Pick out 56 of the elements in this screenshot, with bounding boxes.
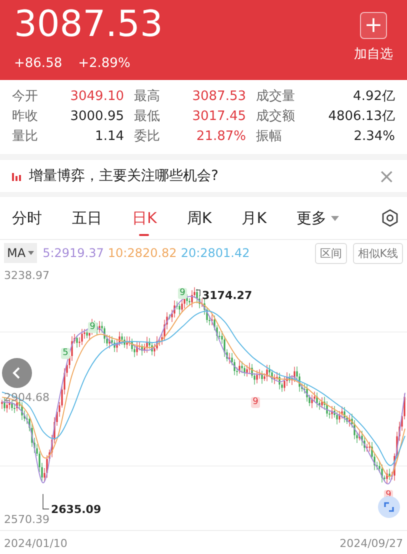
signal-badge: 9: [251, 397, 260, 408]
moving-average-value: 5:2919.37: [42, 246, 104, 260]
chart-tool-button[interactable]: 区间: [314, 242, 347, 264]
index-price: 3087.53: [14, 3, 163, 47]
period-tab[interactable]: 周K: [186, 197, 212, 239]
indicator-dropdown[interactable]: MA: [4, 243, 37, 263]
stat-value: 3049.10: [69, 88, 125, 106]
period-tab[interactable]: 更多: [296, 197, 339, 239]
stat-label: 振幅: [255, 128, 283, 146]
moving-average-value: 20:2801.42: [180, 246, 250, 260]
stat-label: 最高: [133, 88, 161, 106]
period-tab[interactable]: 分时: [12, 197, 42, 239]
bar-chart-icon: [12, 172, 21, 180]
chevron-left-icon: [12, 367, 20, 379]
stat-value: 4.92亿: [352, 88, 395, 106]
period-tab[interactable]: 日K: [132, 197, 157, 239]
signal-badge: 9: [88, 322, 97, 333]
stat-label: 今开: [12, 88, 39, 106]
leader-line: [42, 494, 50, 510]
date-label: 2024/09/27: [340, 536, 403, 550]
period-tab[interactable]: 五日: [72, 197, 102, 239]
stat-label: 昨收: [12, 108, 39, 126]
add-watchlist-label[interactable]: 加自选: [354, 45, 393, 63]
stat-value: 4806.13亿: [327, 108, 395, 126]
stat-label: 最低: [133, 108, 161, 126]
stat-label: 成交量: [255, 88, 296, 106]
settings-icon[interactable]: [381, 209, 399, 227]
period-tab[interactable]: 月K: [242, 197, 267, 239]
stat-value: 3087.53: [191, 88, 247, 106]
stat-value: 21.87%: [195, 128, 247, 146]
date-label: 2024/01/10: [4, 536, 68, 550]
signal-badge: 5: [61, 348, 70, 359]
low-price-label: 2635.09: [51, 503, 102, 516]
high-price-label: 3174.27: [202, 289, 252, 302]
fullscreen-button[interactable]: [378, 496, 400, 518]
caret-icon: [330, 216, 339, 220]
back-button[interactable]: [2, 358, 32, 388]
percent-change: +2.89%: [78, 56, 130, 71]
stat-value: 3017.45: [191, 108, 247, 126]
moving-average-value: 10:2820.82: [108, 246, 177, 260]
expand-icon: [384, 502, 394, 512]
signal-badge: 9: [178, 288, 187, 299]
stat-label: 委比: [133, 128, 161, 146]
stat-label: 量比: [12, 128, 39, 146]
stat-value: 2.34%: [352, 128, 395, 146]
stat-value: 1.14: [94, 128, 125, 146]
add-watchlist-button[interactable]: +: [360, 12, 387, 39]
chart-tool-button[interactable]: 相似K线: [352, 242, 403, 264]
axis-label: 2570.39: [4, 513, 50, 526]
news-headline[interactable]: 增量博弈，主要关注哪些机会?: [29, 167, 370, 185]
price-change: +86.58: [14, 56, 62, 71]
caret-icon: [28, 251, 34, 255]
stat-value: 3000.95: [69, 108, 125, 126]
axis-label: 3238.97: [4, 269, 50, 282]
leader-line: [196, 290, 200, 296]
stat-label: 成交额: [255, 108, 296, 126]
